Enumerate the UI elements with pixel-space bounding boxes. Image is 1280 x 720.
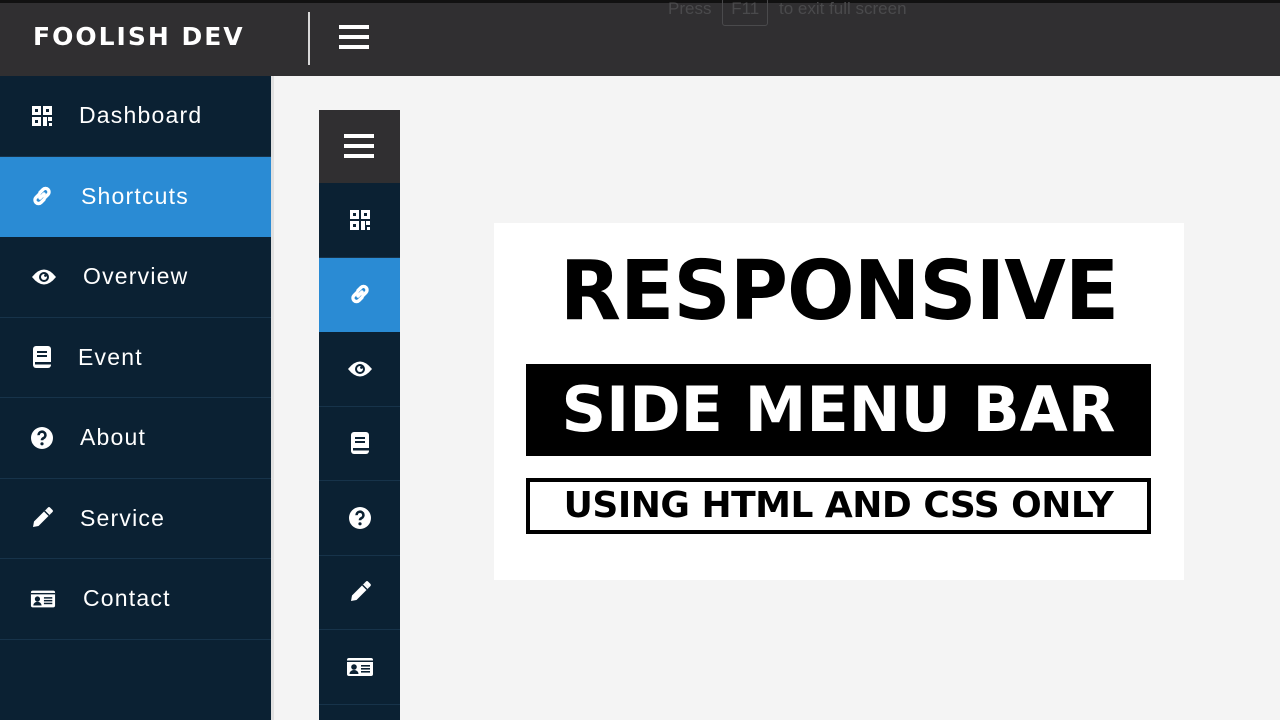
fullscreen-hint: Press F11 to exit full screen <box>668 0 907 26</box>
pencil-icon <box>348 580 372 604</box>
sidebar-item-label: Event <box>78 343 143 370</box>
sidebar-item-dashboard[interactable]: Dashboard <box>0 76 271 157</box>
brand-logo-text: FOOLISH DEV <box>33 22 245 51</box>
collapsed-item-contact[interactable] <box>319 630 400 705</box>
title-banner: RESPONSIVE SIDE MENU BAR USING HTML AND … <box>494 223 1184 580</box>
fullscreen-hint-prefix: Press <box>668 0 712 18</box>
id-card-icon <box>346 657 374 677</box>
collapsed-item-shortcuts[interactable] <box>319 257 400 332</box>
book-icon <box>29 344 55 370</box>
link-icon <box>348 282 372 306</box>
eye-icon <box>347 360 373 378</box>
collapsed-sidebar-header[interactable] <box>319 110 400 183</box>
collapsed-item-service[interactable] <box>319 556 400 630</box>
collapsed-item-dashboard[interactable] <box>319 183 400 258</box>
collapsed-sidebar <box>319 110 400 720</box>
sidebar-item-label: About <box>80 424 147 451</box>
sidebar-item-label: Dashboard <box>79 102 203 129</box>
sidebar-item-shortcuts[interactable]: Shortcuts <box>0 156 271 237</box>
sidebar-item-label: Contact <box>83 585 171 612</box>
fullscreen-hint-key: F11 <box>722 0 769 26</box>
sidebar: Dashboard Shortcuts Overview Event About… <box>0 76 271 720</box>
banner-tagline: USING HTML AND CSS ONLY <box>526 478 1151 534</box>
qrcode-icon <box>29 103 55 129</box>
sidebar-item-about[interactable]: About <box>0 398 271 479</box>
header-divider <box>308 12 310 65</box>
hamburger-icon[interactable] <box>339 25 369 49</box>
fullscreen-hint-suffix: to exit full screen <box>778 0 907 18</box>
sidebar-item-overview[interactable]: Overview <box>0 237 271 318</box>
banner-subheading: SIDE MENU BAR <box>526 364 1151 456</box>
sidebar-edge <box>271 76 274 720</box>
sidebar-item-label: Shortcuts <box>81 182 189 209</box>
sidebar-item-contact[interactable]: Contact <box>0 559 271 640</box>
collapsed-item-event[interactable] <box>319 407 400 481</box>
top-navbar: FOOLISH DEV Press F11 to exit full scree… <box>0 0 1280 76</box>
question-circle-icon <box>29 425 55 451</box>
pencil-icon <box>29 505 55 531</box>
sidebar-item-label: Overview <box>83 263 189 290</box>
book-icon <box>350 431 370 455</box>
sidebar-item-label: Service <box>80 504 166 531</box>
hamburger-icon[interactable] <box>344 134 374 158</box>
qrcode-icon <box>349 209 371 231</box>
link-icon <box>29 183 55 209</box>
collapsed-item-about[interactable] <box>319 481 400 556</box>
sidebar-item-event[interactable]: Event <box>0 318 271 398</box>
question-circle-icon <box>348 506 372 530</box>
sidebar-item-service[interactable]: Service <box>0 479 271 559</box>
collapsed-item-overview[interactable] <box>319 332 400 407</box>
banner-heading: RESPONSIVE <box>559 244 1119 339</box>
eye-icon <box>31 264 57 290</box>
id-card-icon <box>30 586 56 612</box>
